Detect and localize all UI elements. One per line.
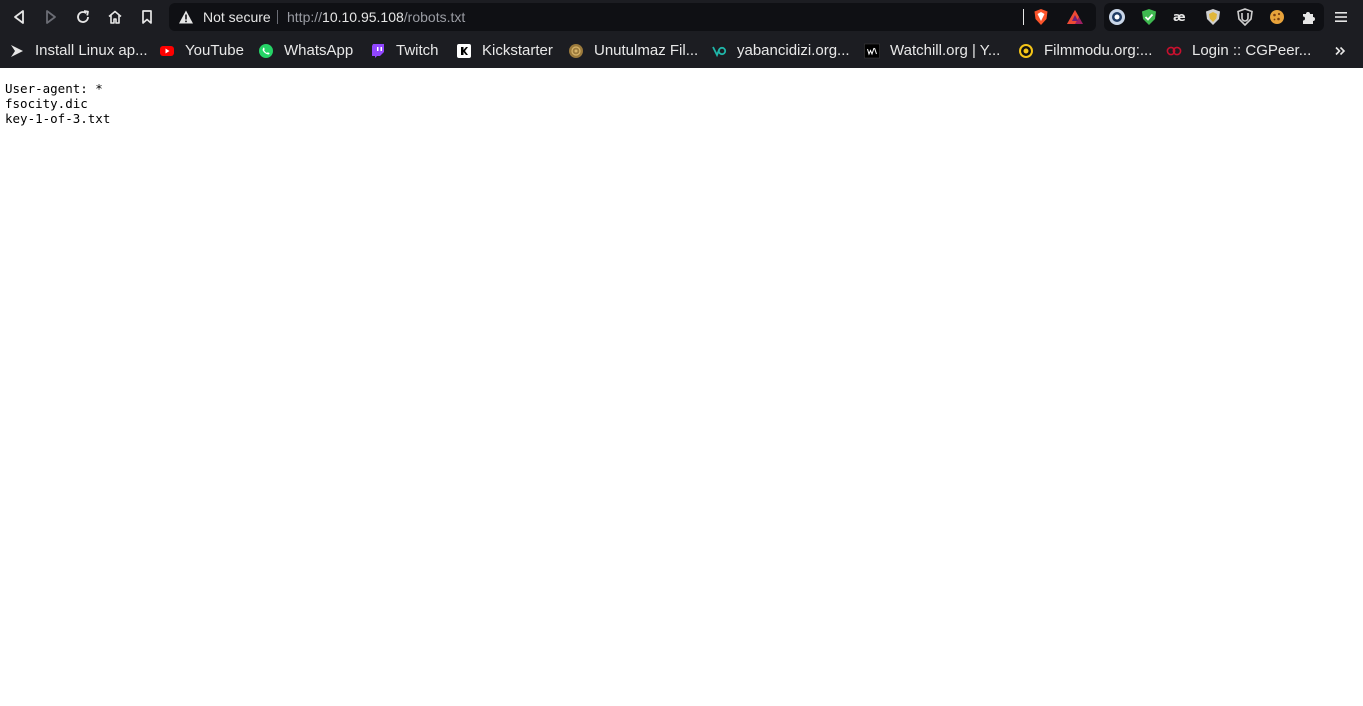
- kickstarter-icon: [456, 43, 472, 59]
- youtube-icon: [159, 43, 175, 59]
- bookmark-whatsapp[interactable]: WhatsApp: [258, 39, 353, 63]
- whatsapp-icon: [258, 43, 274, 59]
- puzzle-icon[interactable]: [1300, 8, 1318, 26]
- globe-bookmark-icon: [568, 43, 584, 59]
- bookmarks-overflow-button[interactable]: [1332, 43, 1348, 59]
- extension-ublock-icon[interactable]: [1236, 8, 1254, 26]
- forward-icon: [46, 10, 56, 24]
- reload-icon: [77, 10, 89, 23]
- text-line: fsocity.dic: [5, 96, 88, 111]
- reload-button[interactable]: [71, 5, 95, 29]
- bookmark-label: Login :: CGPeer...: [1192, 42, 1312, 59]
- twitch-icon: [370, 43, 386, 59]
- extension-ae-icon[interactable]: æ: [1172, 8, 1190, 26]
- filmmodu-icon: [1018, 43, 1034, 59]
- bookmark-label: yabancidizi.org...: [737, 42, 850, 59]
- yabancidizi-icon: [711, 43, 727, 59]
- text-line: User-agent: *: [5, 81, 103, 96]
- bookmark-watchill[interactable]: Watchill.org | Y...: [864, 39, 1000, 63]
- warning-triangle-icon[interactable]: [178, 9, 194, 25]
- bookmark-button[interactable]: [135, 5, 159, 29]
- text-line: key-1-of-3.txt: [5, 111, 111, 126]
- address-bar[interactable]: Not secure http://10.10.95.108/robots.tx…: [169, 3, 1096, 31]
- page-content: User-agent: * fsocity.dic key-1-of-3.txt: [0, 68, 1363, 706]
- url-text[interactable]: http://10.10.95.108/robots.txt: [287, 9, 465, 25]
- brave-shield-icon[interactable]: [1032, 8, 1050, 26]
- address-separator: [277, 10, 278, 24]
- bookmark-filmmodu[interactable]: Filmmodu.org:...: [1018, 39, 1152, 63]
- robots-txt-content: User-agent: * fsocity.dic key-1-of-3.txt: [5, 81, 110, 126]
- url-path: /robots.txt: [403, 9, 466, 25]
- watchill-icon: [864, 43, 880, 59]
- menu-button[interactable]: [1331, 5, 1351, 29]
- url-end-separator: [1023, 9, 1024, 25]
- home-icon: [108, 10, 122, 24]
- hamburger-menu-icon: [1335, 12, 1347, 22]
- bookmark-label: Watchill.org | Y...: [890, 42, 1001, 59]
- bookmark-label: Kickstarter: [482, 42, 553, 59]
- bookmark-install-linux[interactable]: Install Linux ap...: [9, 39, 148, 63]
- toolbar: Not secure http://10.10.95.108/robots.tx…: [0, 0, 1363, 34]
- svg-text:æ: æ: [1173, 10, 1186, 24]
- back-icon: [14, 10, 24, 24]
- extension-badge-icon[interactable]: [1204, 8, 1222, 26]
- extensions-area: æ: [1104, 3, 1324, 31]
- security-label[interactable]: Not secure: [203, 9, 271, 25]
- bookmark-label: Filmmodu.org:...: [1044, 42, 1153, 59]
- bookmark-kickstarter[interactable]: Kickstarter: [456, 39, 553, 63]
- bookmark-label: YouTube: [185, 42, 244, 59]
- bookmark-youtube[interactable]: YouTube: [159, 39, 244, 63]
- bookmark-icon: [142, 10, 152, 24]
- browser-chrome: Not secure http://10.10.95.108/robots.tx…: [0, 0, 1363, 68]
- cgpeers-icon: [1166, 43, 1182, 59]
- bookmark-twitch[interactable]: Twitch: [370, 39, 439, 63]
- bookmark-label: WhatsApp: [284, 42, 354, 59]
- bookmarks-bar: Install Linux ap... YouTube WhatsApp Twi…: [0, 34, 1363, 68]
- back-button[interactable]: [7, 5, 31, 29]
- double-chevron-right-icon: [1335, 46, 1346, 56]
- brave-rewards-icon[interactable]: [1066, 9, 1084, 25]
- bookmark-cgpeers[interactable]: Login :: CGPeer...: [1166, 39, 1311, 63]
- arrow-bookmark-icon: [9, 43, 25, 59]
- bookmark-label: Twitch: [396, 42, 439, 59]
- bookmark-yabancidizi[interactable]: yabancidizi.org...: [711, 39, 850, 63]
- url-scheme: http://: [287, 9, 323, 25]
- extension-cookie-icon[interactable]: [1268, 8, 1286, 26]
- extension-shield-check-icon[interactable]: [1140, 8, 1158, 26]
- home-button[interactable]: [103, 5, 127, 29]
- url-host: 10.10.95.108: [322, 9, 404, 25]
- extension-ring-icon[interactable]: [1108, 8, 1126, 26]
- bookmark-label: Install Linux ap...: [35, 42, 148, 59]
- bookmark-unutulmaz[interactable]: Unutulmaz Fil...: [568, 39, 698, 63]
- bookmark-label: Unutulmaz Fil...: [594, 42, 699, 59]
- forward-button[interactable]: [39, 5, 63, 29]
